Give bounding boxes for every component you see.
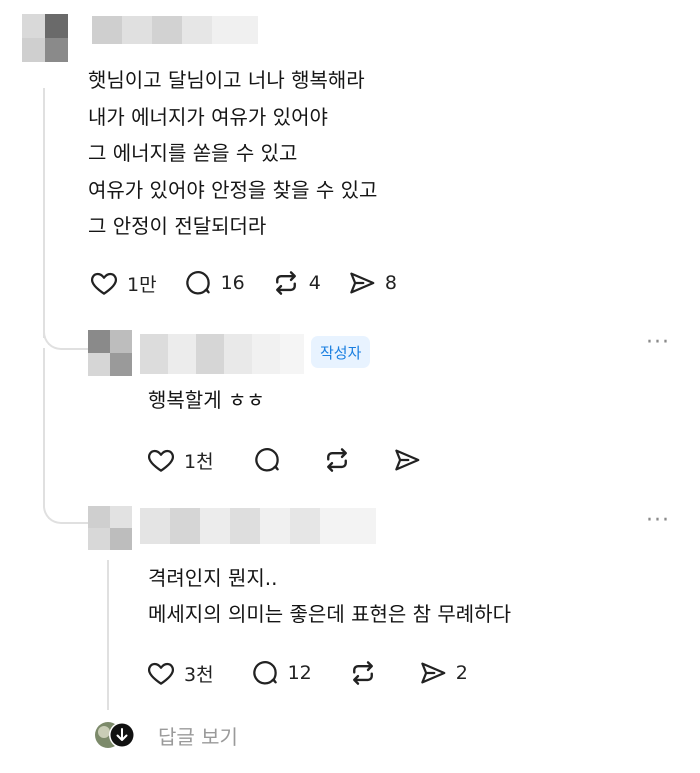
heart-icon xyxy=(148,449,174,472)
post-body: 햇님이고 달님이고 너나 행복해라 내가 에너지가 여유가 있어야 그 에너지를… xyxy=(88,62,377,245)
avatar-blur-image xyxy=(88,330,132,376)
comment-icon xyxy=(254,448,279,472)
repost-icon xyxy=(352,661,373,685)
comment-icon xyxy=(252,661,277,685)
repost-button[interactable] xyxy=(322,445,352,475)
comment-button[interactable] xyxy=(252,445,282,475)
send-icon xyxy=(350,272,375,294)
thread-connector-1 xyxy=(43,320,89,350)
reply1-actions: 1천 xyxy=(146,445,448,475)
view-replies-avatars[interactable] xyxy=(94,720,138,750)
send-icon xyxy=(421,662,446,684)
reply-avatar-stack xyxy=(95,722,135,748)
heart-icon xyxy=(91,272,117,295)
share-button[interactable]: 8 xyxy=(347,268,397,298)
heart-icon xyxy=(148,662,174,685)
like-count: 1만 xyxy=(127,273,157,296)
repost-icon xyxy=(326,448,347,472)
reply2-text: 격려인지 뭔지.. 메세지의 의미는 좋은데 표현은 참 무례하다 xyxy=(148,560,511,632)
reply2-thread-line xyxy=(107,560,109,710)
reply2-line: 메세지의 의미는 좋은데 표현은 참 무례하다 xyxy=(148,602,511,626)
like-button[interactable]: 1만 xyxy=(89,268,157,298)
thread-line xyxy=(43,88,45,338)
share-count: 2 xyxy=(455,662,468,684)
reply2-actions: 3천 12 2 xyxy=(146,658,494,688)
post-line: 여유가 있어야 안정을 찾을 수 있고 xyxy=(88,177,378,202)
post-line: 그 안정이 전달되더라 xyxy=(88,214,267,238)
username-blur-image xyxy=(140,508,376,544)
reply2-avatar[interactable] xyxy=(88,506,132,550)
reply2-line: 격려인지 뭔지.. xyxy=(148,566,278,590)
view-replies-link[interactable]: 답글 보기 xyxy=(158,721,238,750)
post-line: 햇님이고 달님이고 너나 행복해라 xyxy=(88,68,365,92)
comment-button[interactable]: 16 xyxy=(183,268,245,298)
reply1-more-button[interactable]: ··· xyxy=(646,330,670,355)
reply1-text: 행복할게 ㅎㅎ xyxy=(148,388,265,412)
author-badge: 작성자 xyxy=(311,336,371,368)
like-button[interactable]: 3천 xyxy=(146,658,214,688)
comment-button[interactable]: 12 xyxy=(250,658,312,688)
like-button[interactable]: 1천 xyxy=(146,445,214,475)
share-button[interactable]: 2 xyxy=(418,658,468,688)
repost-button[interactable]: 4 xyxy=(271,268,321,298)
like-count: 3천 xyxy=(184,663,214,686)
comment-icon xyxy=(185,271,210,295)
comment-count: 16 xyxy=(220,272,245,294)
more-icon: ··· xyxy=(646,508,670,533)
reply1-avatar[interactable] xyxy=(88,330,132,376)
repost-count: 4 xyxy=(308,272,321,294)
reply2-more-button[interactable]: ··· xyxy=(646,508,670,533)
thread-line-2 xyxy=(43,348,45,498)
post-line: 내가 에너지가 여유가 있어야 xyxy=(88,104,328,129)
avatar-blur-image xyxy=(22,14,68,62)
reply2-username-blurred[interactable] xyxy=(140,508,376,544)
post-actions: 1만 16 4 8 xyxy=(89,268,423,298)
post-username-blurred[interactable] xyxy=(92,16,258,44)
post-line: 그 에너지를 쏟을 수 있고 xyxy=(88,141,298,165)
username-blur-image xyxy=(92,16,258,44)
share-count: 8 xyxy=(384,272,397,294)
reply1-username-blurred[interactable] xyxy=(140,334,304,374)
thread-connector-2 xyxy=(43,498,89,524)
send-icon xyxy=(394,449,419,471)
share-button[interactable] xyxy=(392,445,422,475)
repost-button[interactable] xyxy=(348,658,378,688)
comment-count: 12 xyxy=(287,662,312,684)
username-blur-image xyxy=(140,334,304,374)
like-count: 1천 xyxy=(184,450,214,473)
post-avatar[interactable] xyxy=(22,14,68,62)
more-icon: ··· xyxy=(646,330,670,355)
repost-icon xyxy=(275,271,296,295)
avatar-blur-image xyxy=(88,506,132,550)
